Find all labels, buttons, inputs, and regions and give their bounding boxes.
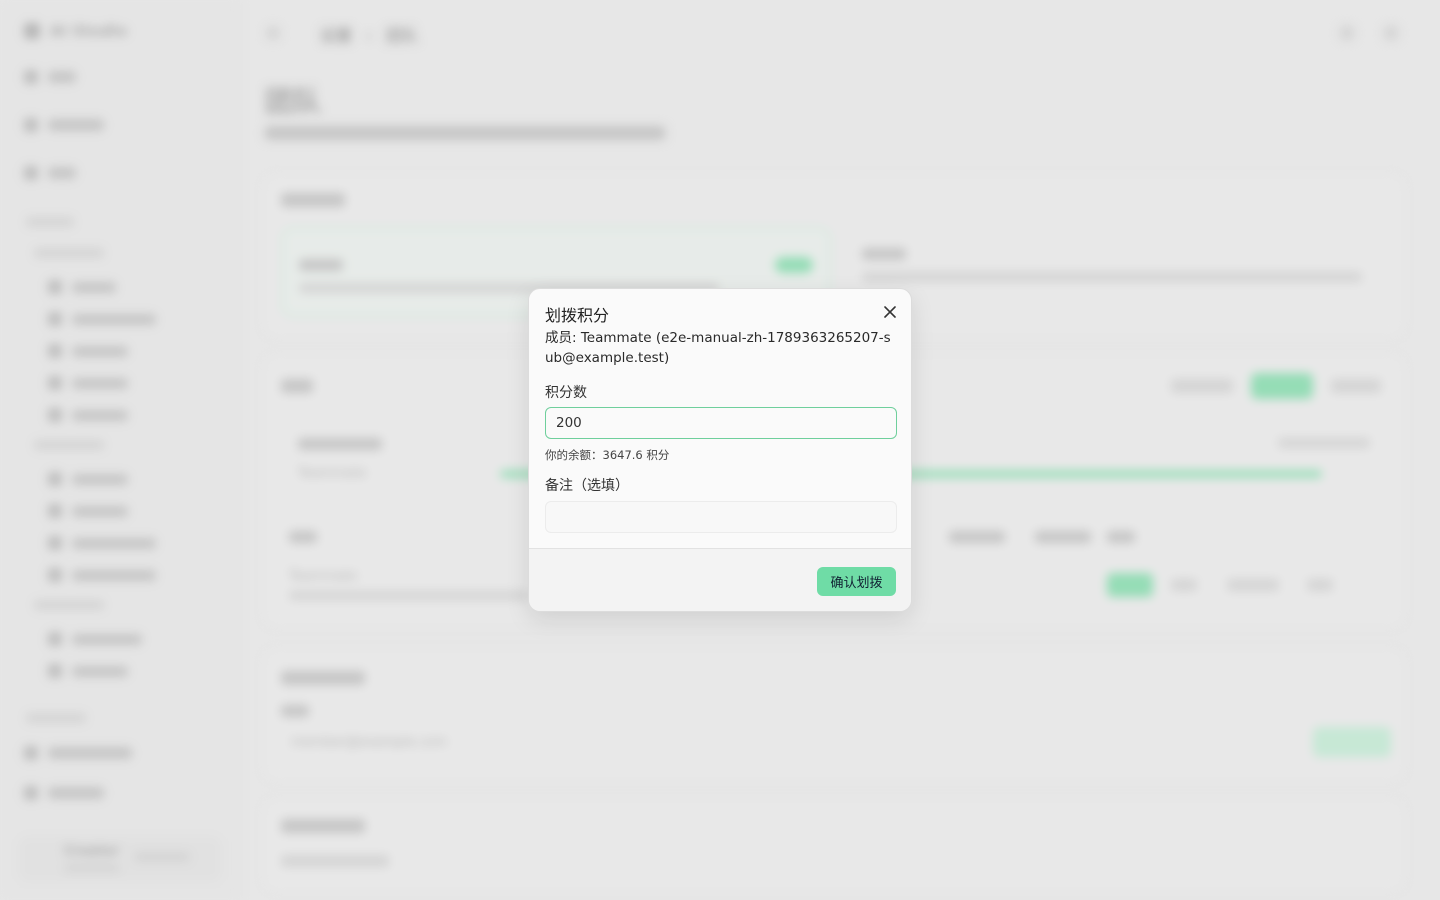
member-info: 成员: Teammate (e2e-manual-zh-178936326520… (545, 330, 891, 366)
note-input[interactable] (545, 501, 897, 533)
points-label: 积分数 (545, 385, 587, 401)
close-icon (884, 306, 896, 318)
note-label: 备注（选填） (545, 478, 629, 494)
transfer-points-dialog: 划拨积分 成员: Teammate (e2e-manual-zh-1789363… (528, 288, 912, 612)
dialog-title: 划拨积分 (545, 306, 610, 325)
close-button[interactable] (879, 301, 901, 323)
confirm-transfer-button[interactable]: 确认划拨 (817, 567, 896, 596)
dialog-footer: 确认划拨 (529, 548, 911, 611)
balance-text: 你的余额：3647.6 积分 (545, 448, 670, 462)
points-input[interactable] (545, 407, 897, 439)
